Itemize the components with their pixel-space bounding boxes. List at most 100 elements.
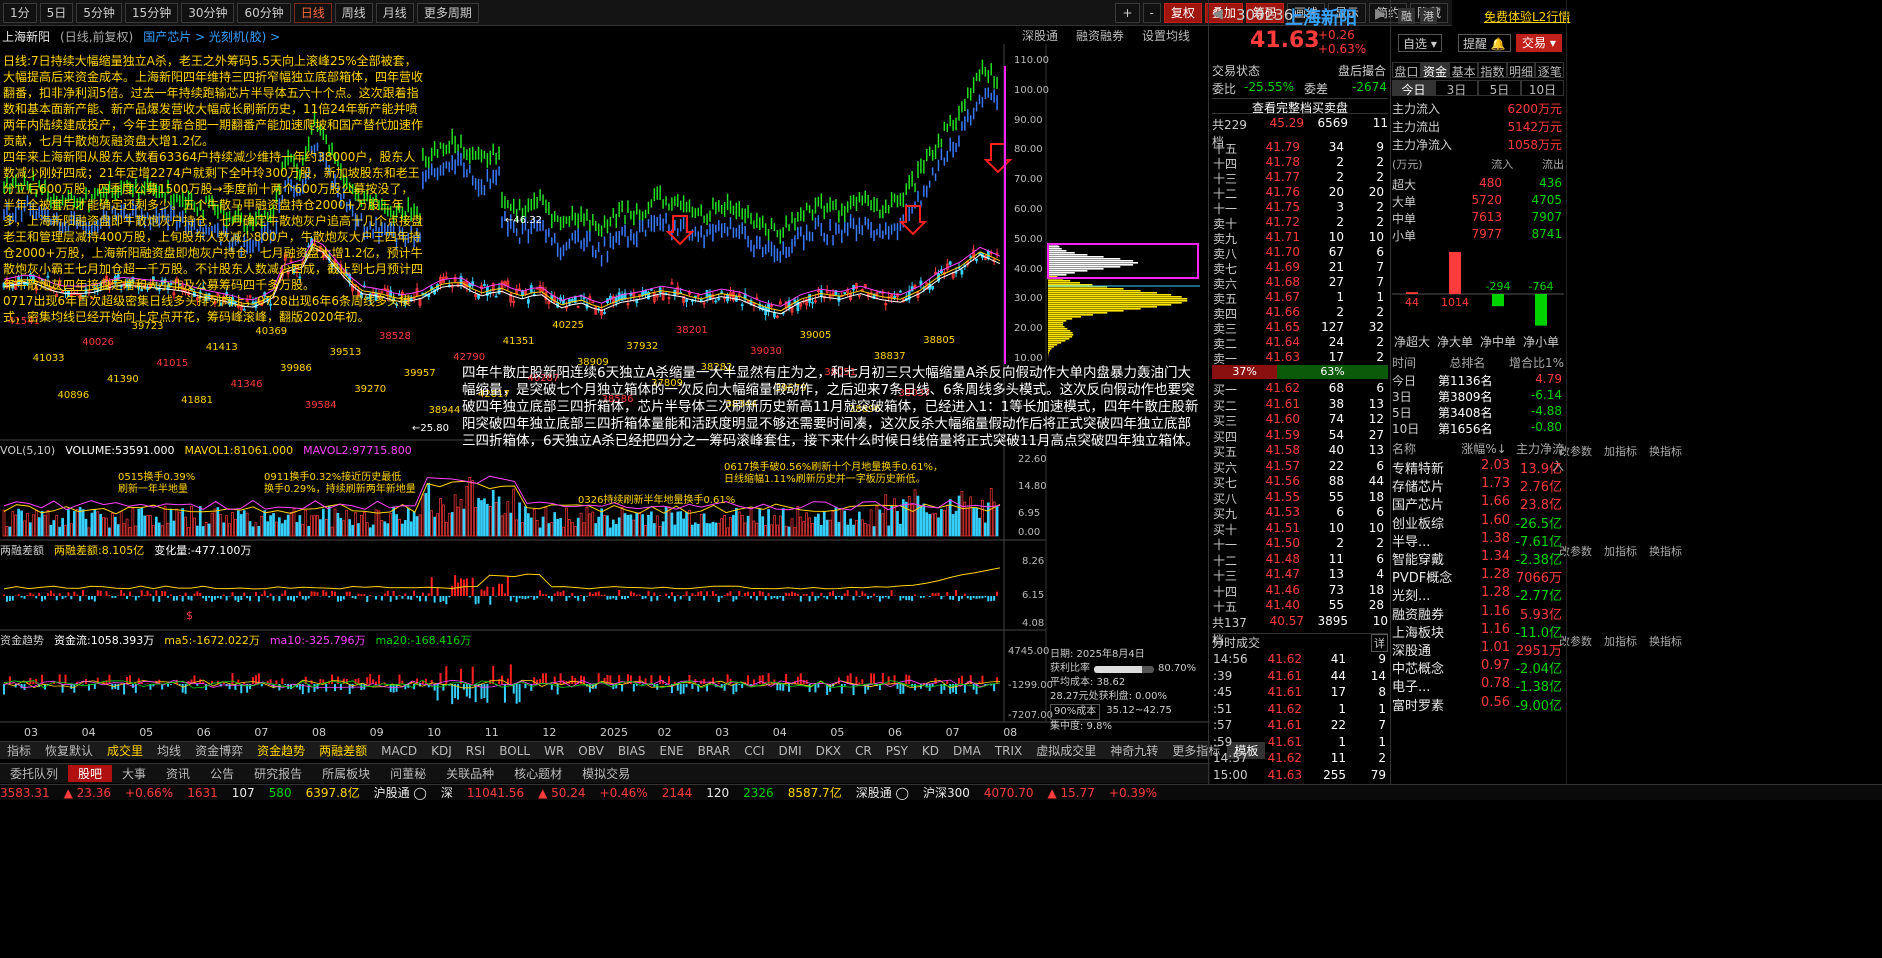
indicator-tab-6[interactable]: 两融差额 xyxy=(312,742,374,759)
margin-add-indicator[interactable]: 加指标 xyxy=(1604,543,1637,559)
toolbar-button-1[interactable]: - xyxy=(1142,3,1161,23)
indicator-tab-17[interactable]: DMI xyxy=(772,744,809,758)
sector-row[interactable]: 智能穿戴 1.34 -2.38亿 xyxy=(1392,549,1562,568)
trade-button[interactable]: 交易 ▾ xyxy=(1516,34,1562,52)
bid-row[interactable]: 买八 41.55 55 18 xyxy=(1210,490,1390,506)
l2-trial-link[interactable]: 免费体验L2行情 xyxy=(1484,8,1570,25)
ask-row[interactable]: 卖一 41.63 17 2 xyxy=(1210,350,1390,366)
sector-row[interactable]: 中芯概念 0.97 -2.04亿 xyxy=(1392,658,1562,677)
sector-row[interactable]: 融资融券 1.16 5.93亿 xyxy=(1392,604,1562,623)
fundflow-period-1[interactable]: 3日 xyxy=(1435,80,1478,97)
sector-row[interactable]: 国产芯片 1.66 23.8亿 xyxy=(1392,494,1562,513)
period-button-8[interactable]: 月线 xyxy=(375,2,414,23)
nav-tab-7[interactable]: 问董秘 xyxy=(380,765,436,782)
margin-edit-params[interactable]: 改参数 xyxy=(1559,543,1592,559)
nav-tab-2[interactable]: 大事 xyxy=(112,765,156,782)
header-link-1[interactable]: 融资融券 xyxy=(1076,27,1124,44)
indicator-tab-4[interactable]: 资金博弈 xyxy=(188,742,250,759)
bid-row[interactable]: 买三 41.60 74 12 xyxy=(1210,412,1390,428)
nav-tab-9[interactable]: 核心题材 xyxy=(504,765,572,782)
bid-row[interactable]: 十二 41.48 11 6 xyxy=(1210,552,1390,568)
period-button-4[interactable]: 30分钟 xyxy=(181,2,235,23)
full-queue-link[interactable]: 查看完整档买卖盘 xyxy=(1212,98,1388,115)
header-link-2[interactable]: 设置均线 xyxy=(1142,27,1190,44)
bid-row[interactable]: 十四 41.46 73 18 xyxy=(1210,583,1390,599)
cost-select[interactable]: 90%成本 xyxy=(1050,704,1101,720)
indicator-tab-16[interactable]: CCI xyxy=(737,744,771,758)
bid-row[interactable]: 买五 41.58 40 13 xyxy=(1210,443,1390,459)
sector-row[interactable]: 专精特新 2.03 13.9亿 xyxy=(1392,458,1562,477)
fundflow-period-3[interactable]: 10日 xyxy=(1521,80,1564,97)
sector-row[interactable]: 富时罗素 0.56 -9.00亿 xyxy=(1392,695,1562,714)
sector-row[interactable]: 光刻... 1.28 -2.77亿 xyxy=(1392,585,1562,604)
sector-row[interactable]: 深股通 1.01 2951万 xyxy=(1392,640,1562,659)
ask-row[interactable]: 十五 41.79 34 9 xyxy=(1210,140,1390,156)
bid-row[interactable]: 买七 41.56 88 44 xyxy=(1210,474,1390,490)
indicator-tab-25[interactable]: 神奇九转 xyxy=(1103,742,1165,759)
bid-row[interactable]: 买九 41.53 6 6 xyxy=(1210,505,1390,521)
margin-indicator-name[interactable]: 两融差额 xyxy=(0,542,44,558)
adjust-mode[interactable]: (日线,前复权) xyxy=(60,28,133,45)
prev-stock-icon[interactable]: ◀ xyxy=(1212,6,1223,22)
indicator-tab-22[interactable]: DMA xyxy=(946,744,988,758)
sector-row[interactable]: 存储芯片 1.73 2.76亿 xyxy=(1392,476,1562,495)
toolbar-button-2[interactable]: 复权 xyxy=(1163,3,1202,23)
ask-row[interactable]: 十四 41.78 2 2 xyxy=(1210,155,1390,171)
ask-row[interactable]: 卖八 41.70 67 6 xyxy=(1210,245,1390,261)
indicator-tab-5[interactable]: 资金趋势 xyxy=(250,742,312,759)
nav-tab-1[interactable]: 股吧 xyxy=(68,765,113,782)
ticks-detail-button[interactable]: 详 xyxy=(1371,634,1388,652)
bid-row[interactable]: 买十 41.51 10 10 xyxy=(1210,521,1390,537)
bid-row[interactable]: 十三 41.47 13 4 xyxy=(1210,567,1390,583)
nav-tab-6[interactable]: 所属板块 xyxy=(312,765,380,782)
ask-row[interactable]: 卖十 41.72 2 2 xyxy=(1210,215,1390,231)
period-button-6[interactable]: 日线 xyxy=(293,2,332,23)
indicator-tab-1[interactable]: 恢复默认 xyxy=(38,742,100,759)
fund-edit-params[interactable]: 改参数 xyxy=(1559,633,1592,649)
period-button-9[interactable]: 更多周期 xyxy=(416,2,479,23)
ask-row[interactable]: 卖六 41.68 27 7 xyxy=(1210,275,1390,291)
ask-row[interactable]: 卖七 41.69 21 7 xyxy=(1210,260,1390,276)
ask-row[interactable]: 十二 41.76 20 20 xyxy=(1210,185,1390,201)
indicator-tab-24[interactable]: 虚拟成交里 xyxy=(1029,742,1103,759)
period-button-1[interactable]: 5日 xyxy=(39,2,74,23)
fundflow-tab-0[interactable]: 盘口 xyxy=(1392,62,1421,79)
fundflow-period-2[interactable]: 5日 xyxy=(1478,80,1521,97)
nav-tab-8[interactable]: 关联品种 xyxy=(436,765,504,782)
vol-indicator-name[interactable]: VOL(5,10) xyxy=(0,444,55,457)
period-button-7[interactable]: 周线 xyxy=(334,2,373,23)
indicator-tab-18[interactable]: DKX xyxy=(809,744,848,758)
indicator-tab-14[interactable]: ENE xyxy=(652,744,690,758)
period-button-3[interactable]: 15分钟 xyxy=(124,2,179,23)
indicator-tab-3[interactable]: 均线 xyxy=(150,742,188,759)
sector-row[interactable]: 电子... 0.78 -1.38亿 xyxy=(1392,676,1562,695)
fundflow-tab-1[interactable]: 资金 xyxy=(1420,62,1450,79)
bid-row[interactable]: 买二 41.61 38 13 xyxy=(1210,397,1390,413)
indicator-tab-13[interactable]: BIAS xyxy=(611,744,653,758)
bid-row[interactable]: 买四 41.59 54 27 xyxy=(1210,428,1390,444)
bid-row[interactable]: 十五 41.40 55 28 xyxy=(1210,598,1390,614)
next-stock-icon[interactable]: ▶ xyxy=(1375,6,1386,22)
sector-row[interactable]: PVDF概念 1.28 7066万 xyxy=(1392,567,1562,586)
nav-tab-0[interactable]: 委托队列 xyxy=(0,765,68,782)
fundflow-period-0[interactable]: 今日 xyxy=(1392,80,1435,97)
nav-tab-10[interactable]: 模拟交易 xyxy=(572,765,640,782)
indicator-tab-8[interactable]: KDJ xyxy=(424,744,459,758)
vol-add-indicator[interactable]: 加指标 xyxy=(1604,443,1637,459)
concept-links[interactable]: 国产芯片 > 光刻机(胶) > xyxy=(143,28,280,45)
sector-row[interactable]: 上海板块 1.16 -11.0亿 xyxy=(1392,622,1562,641)
nav-tab-3[interactable]: 资讯 xyxy=(156,765,200,782)
fund-indicator-name[interactable]: 资金趋势 xyxy=(0,632,44,648)
margin-switch-indicator[interactable]: 换指标 xyxy=(1649,543,1682,559)
watchlist-button[interactable]: 自选 ▾ xyxy=(1398,34,1442,52)
indicator-tab-11[interactable]: WR xyxy=(537,744,571,758)
indicator-tab-20[interactable]: PSY xyxy=(879,744,915,758)
ask-row[interactable]: 卖九 41.71 10 10 xyxy=(1210,230,1390,246)
alert-button[interactable]: 提醒 🔔 xyxy=(1458,34,1511,52)
period-button-0[interactable]: 1分 xyxy=(3,2,37,23)
sector-row[interactable]: 半导... 1.38 -7.61亿 xyxy=(1392,531,1562,550)
fundflow-tab-4[interactable]: 明细 xyxy=(1506,62,1536,79)
indicator-tab-2[interactable]: 成交里 xyxy=(100,742,150,759)
ask-row[interactable]: 十三 41.77 2 2 xyxy=(1210,170,1390,186)
ask-row[interactable]: 卖二 41.64 24 2 xyxy=(1210,335,1390,351)
